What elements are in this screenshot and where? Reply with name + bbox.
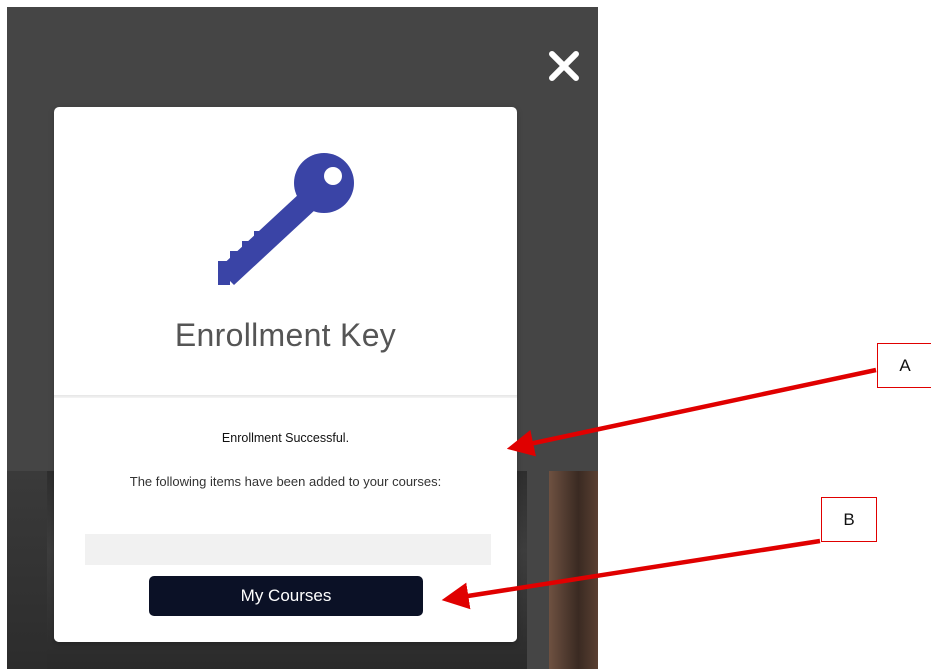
- close-icon[interactable]: [546, 48, 582, 84]
- result-message: The following items have been added to y…: [129, 474, 442, 489]
- result-heading: Enrollment Successful.: [221, 431, 350, 445]
- key-icon: [212, 149, 360, 289]
- callout-b: B: [821, 497, 877, 542]
- modal-title: Enrollment Key: [174, 317, 397, 353]
- added-items-list: [85, 534, 491, 565]
- enrollment-result-panel: Enrollment Successful. The following ite…: [54, 398, 517, 642]
- background-card-left: [7, 471, 47, 669]
- background-card-right: [549, 471, 598, 669]
- background-page: Enrollment Key Enrollment Successful. Th…: [7, 7, 598, 669]
- my-courses-button[interactable]: My Courses: [149, 576, 423, 616]
- enrollment-key-modal: Enrollment Key Enrollment Successful. Th…: [54, 107, 517, 642]
- callout-a: A: [877, 343, 931, 388]
